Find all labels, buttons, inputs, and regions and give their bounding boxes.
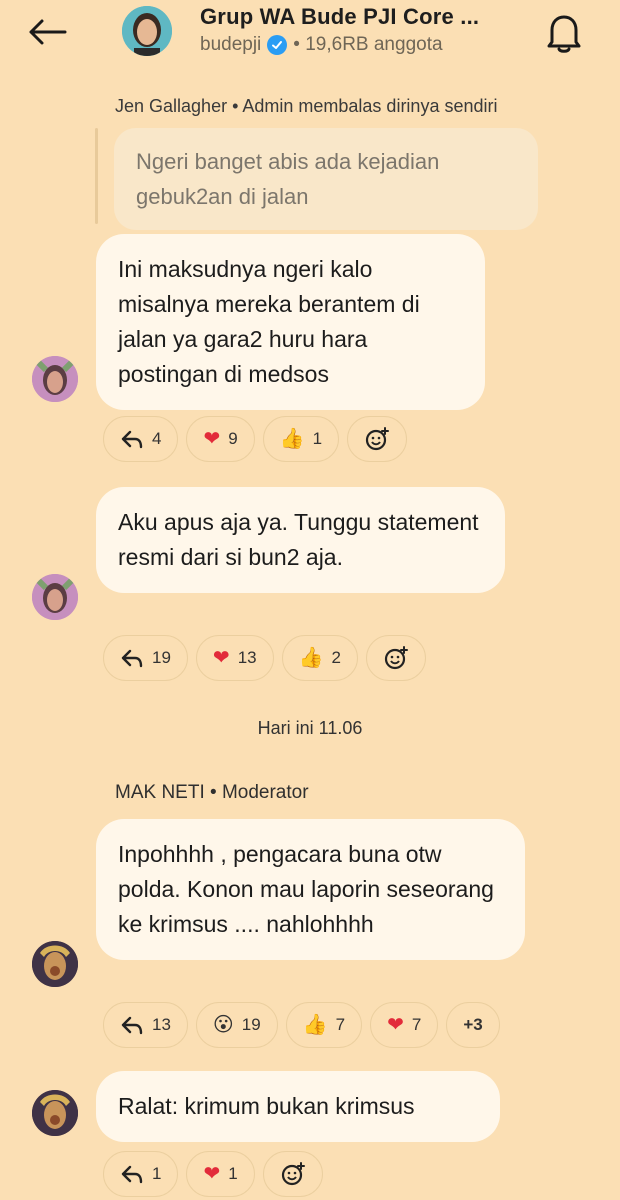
reply-arrow-icon (121, 649, 143, 668)
verified-badge-icon (267, 35, 288, 55)
reaction-row: 1 ❤ 1 (103, 1151, 323, 1197)
sender-header[interactable]: MAK NETI • Moderator (115, 782, 309, 804)
reply-arrow-icon (121, 1165, 143, 1184)
reaction-row: 19 ❤ 13 👍 2 (103, 635, 426, 681)
arrow-left-icon (29, 19, 67, 45)
heart-count: 9 (228, 429, 238, 448)
thumbs-up-emoji: 👍 (302, 1014, 328, 1036)
reply-arrow-icon (121, 1016, 143, 1035)
reply-count: 19 (152, 648, 171, 667)
group-handle: budepji (200, 34, 262, 55)
reply-reaction[interactable]: 1 (103, 1151, 179, 1197)
wow-count: 19 (241, 1015, 261, 1034)
sender-avatar-image (32, 356, 78, 402)
message-bubble[interactable]: Ini maksudnya ngeri kalo misalnya mereka… (96, 234, 485, 410)
heart-count: 7 (411, 1015, 422, 1034)
message-bubble[interactable]: Ralat: krimum bukan krimsus (96, 1071, 500, 1142)
thumbs-up-reaction[interactable]: 👍 2 (281, 635, 358, 681)
add-emoji-icon (281, 1162, 305, 1186)
add-reaction-button[interactable] (365, 635, 426, 681)
sender-avatar[interactable] (32, 574, 78, 620)
reaction-row: 4 ❤ 9 👍 1 (103, 416, 408, 462)
surprised-emoji: 😮 (212, 1014, 234, 1036)
wow-reaction[interactable]: 😮 19 (195, 1002, 278, 1048)
sender-avatar-image (32, 574, 78, 620)
more-reactions-count: +3 (463, 1015, 483, 1034)
more-reactions-button[interactable]: +3 (446, 1002, 500, 1048)
reaction-row: 13 😮 19 👍 7 ❤ 7 +3 (103, 1002, 500, 1048)
heart-count: 1 (228, 1164, 238, 1183)
thumbs-count: 1 (312, 429, 323, 448)
reply-count: 13 (152, 1015, 171, 1034)
add-reaction-button[interactable] (347, 416, 408, 462)
heart-emoji: ❤ (203, 428, 221, 450)
reply-reaction[interactable]: 13 (103, 1002, 188, 1048)
message-bubble[interactable]: Aku apus aja ya. Tunggu statement resmi … (96, 487, 505, 593)
reply-context-header: Jen Gallagher • Admin membalas dirinya s… (115, 96, 498, 116)
group-avatar-image (122, 6, 172, 56)
group-avatar[interactable] (122, 6, 172, 56)
group-subtitle: budepji • 19,6RB anggota (200, 34, 443, 56)
bell-icon (547, 15, 581, 53)
thumbs-up-emoji: 👍 (279, 428, 305, 450)
thumbs-count: 7 (335, 1015, 346, 1034)
notifications-button[interactable] (540, 10, 588, 56)
add-emoji-icon (384, 646, 408, 670)
sender-avatar[interactable] (32, 941, 78, 987)
heart-reaction[interactable]: ❤ 1 (186, 1151, 255, 1197)
thumbs-up-emoji: 👍 (298, 647, 324, 669)
sender-avatar[interactable] (32, 1090, 78, 1136)
sender-avatar[interactable] (32, 356, 78, 402)
member-count: • 19,6RB anggota (293, 34, 443, 55)
heart-reaction[interactable]: ❤ 9 (186, 416, 255, 462)
thumbs-up-reaction[interactable]: 👍 1 (262, 416, 340, 462)
date-separator: Hari ini 11.06 (257, 718, 363, 738)
heart-reaction[interactable]: ❤ 7 (370, 1002, 439, 1048)
heart-count: 13 (237, 648, 257, 667)
heart-emoji: ❤ (212, 647, 230, 669)
reply-arrow-icon (121, 430, 143, 449)
group-title[interactable]: Grup WA Bude PJI Core ... (200, 4, 479, 30)
heart-emoji: ❤ (387, 1014, 404, 1036)
add-reaction-button[interactable] (262, 1151, 323, 1197)
reply-reaction[interactable]: 4 (103, 416, 179, 462)
reply-count: 4 (152, 429, 162, 448)
quote-bar (95, 128, 98, 224)
sender-avatar-image (32, 941, 78, 987)
reply-count: 1 (152, 1164, 162, 1183)
heart-emoji: ❤ (203, 1163, 221, 1185)
reply-reaction[interactable]: 19 (103, 635, 188, 681)
back-button[interactable] (22, 14, 72, 50)
sender-avatar-image (32, 1090, 78, 1136)
thumbs-up-reaction[interactable]: 👍 7 (285, 1002, 363, 1048)
thumbs-count: 2 (331, 648, 341, 667)
add-emoji-icon (365, 427, 390, 451)
message-bubble[interactable]: Inpohhhh , pengacara buna otw polda. Kon… (96, 819, 525, 960)
quoted-message[interactable]: Ngeri banget abis ada kejadian gebuk2an … (114, 128, 538, 230)
heart-reaction[interactable]: ❤ 13 (195, 635, 274, 681)
